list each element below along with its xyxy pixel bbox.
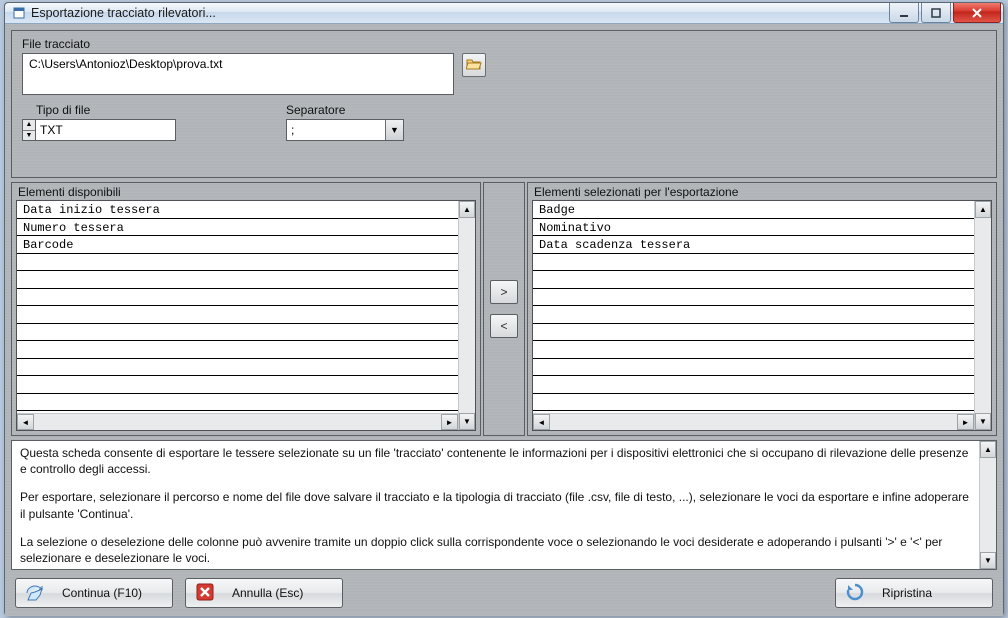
cancel-button[interactable]: Annulla (Esc) [185,578,343,608]
separator-label: Separatore [286,103,404,117]
instructions-p2: Per esportare, selezionare il percorso e… [20,489,971,521]
list-item: . [533,289,974,307]
scroll-up-icon[interactable]: ▲ [975,201,991,218]
move-left-button[interactable]: < [490,314,518,338]
list-item: . [533,254,974,272]
scroll-down-icon[interactable]: ▼ [459,413,475,430]
titlebar: Esportazione tracciato rilevatori... [5,3,1003,24]
list-item[interactable]: Badge [533,201,974,219]
file-type-input[interactable] [36,119,176,141]
continue-icon [24,583,46,604]
list-item: . [17,289,458,307]
scroll-up-icon[interactable]: ▲ [980,441,996,458]
close-button[interactable] [953,3,1001,23]
cancel-icon [194,583,216,604]
vscrollbar[interactable]: ▲ ▼ [458,201,475,430]
selected-panel: Elementi selezionati per l'esportazione … [527,182,997,436]
file-panel: File tracciato C:\Users\Antonioz\Desktop… [11,30,997,178]
file-label: File tracciato [22,37,986,51]
list-item: . [17,254,458,272]
available-panel: Elementi disponibili Data inizio tessera… [11,182,481,436]
continue-button[interactable]: Continua (F10) [15,578,173,608]
list-item: . [533,341,974,359]
list-item: . [17,324,458,342]
type-label: Tipo di file [36,103,176,117]
list-item: . [533,376,974,394]
instructions-p1: Questa scheda consente di esportare le t… [20,445,971,477]
selected-title: Elementi selezionati per l'esportazione [528,183,996,200]
browse-file-button[interactable] [462,53,486,77]
type-spinner[interactable]: ▲▼ [22,119,36,141]
list-item[interactable]: Barcode [17,236,458,254]
list-item: . [17,341,458,359]
move-right-button[interactable]: > [490,280,518,304]
minimize-button[interactable] [889,3,919,23]
bottom-bar: Continua (F10) Annulla (Esc) Ripristina [11,578,997,610]
continue-label: Continua (F10) [62,586,142,600]
list-item: . [533,324,974,342]
list-item[interactable]: Numero tessera [17,219,458,237]
instructions-p3: La selezione o deselezione delle colonne… [20,534,971,566]
restore-button[interactable]: Ripristina [835,578,993,608]
instructions-panel: Questa scheda consente di esportare le t… [11,440,997,570]
list-item: . [533,306,974,324]
vscrollbar[interactable]: ▲ ▼ [974,201,991,430]
scroll-left-icon[interactable]: ◄ [17,414,34,430]
folder-open-icon [466,57,482,74]
list-item: . [533,271,974,289]
separator-combo[interactable]: ; ▼ [286,119,404,141]
scroll-right-icon[interactable]: ► [441,414,458,430]
list-item[interactable]: Data inizio tessera [17,201,458,219]
list-item: . [533,359,974,377]
selected-list[interactable]: BadgeNominativoData scadenza tessera....… [533,201,974,413]
separator-value: ; [287,123,385,137]
list-item: . [17,306,458,324]
scroll-down-icon[interactable]: ▼ [975,413,991,430]
scroll-right-icon[interactable]: ► [957,414,974,430]
list-item: . [17,394,458,412]
available-title: Elementi disponibili [12,183,480,200]
list-item: . [533,394,974,412]
scroll-left-icon[interactable]: ◄ [533,414,550,430]
scroll-down-icon[interactable]: ▼ [980,552,996,569]
restore-label: Ripristina [882,586,932,600]
instructions-text: Questa scheda consente di esportare le t… [12,441,979,569]
list-item: . [17,359,458,377]
list-item: . [17,376,458,394]
file-path-input[interactable]: C:\Users\Antonioz\Desktop\prova.txt [22,53,454,95]
vscrollbar[interactable]: ▲ ▼ [979,441,996,569]
scroll-up-icon[interactable]: ▲ [459,201,475,218]
available-list[interactable]: Data inizio tesseraNumero tesseraBarcode… [17,201,458,413]
list-item: . [17,271,458,289]
cancel-label: Annulla (Esc) [232,586,303,600]
app-icon [11,5,27,21]
maximize-button[interactable] [921,3,951,23]
hscrollbar[interactable]: ◄ ► [17,413,458,430]
chevron-down-icon: ▼ [385,120,403,140]
hscrollbar[interactable]: ◄ ► [533,413,974,430]
window-title: Esportazione tracciato rilevatori... [31,6,216,20]
list-item[interactable]: Nominativo [533,219,974,237]
refresh-icon [844,583,866,604]
move-buttons-panel: > < [483,182,525,436]
list-item[interactable]: Data scadenza tessera [533,236,974,254]
